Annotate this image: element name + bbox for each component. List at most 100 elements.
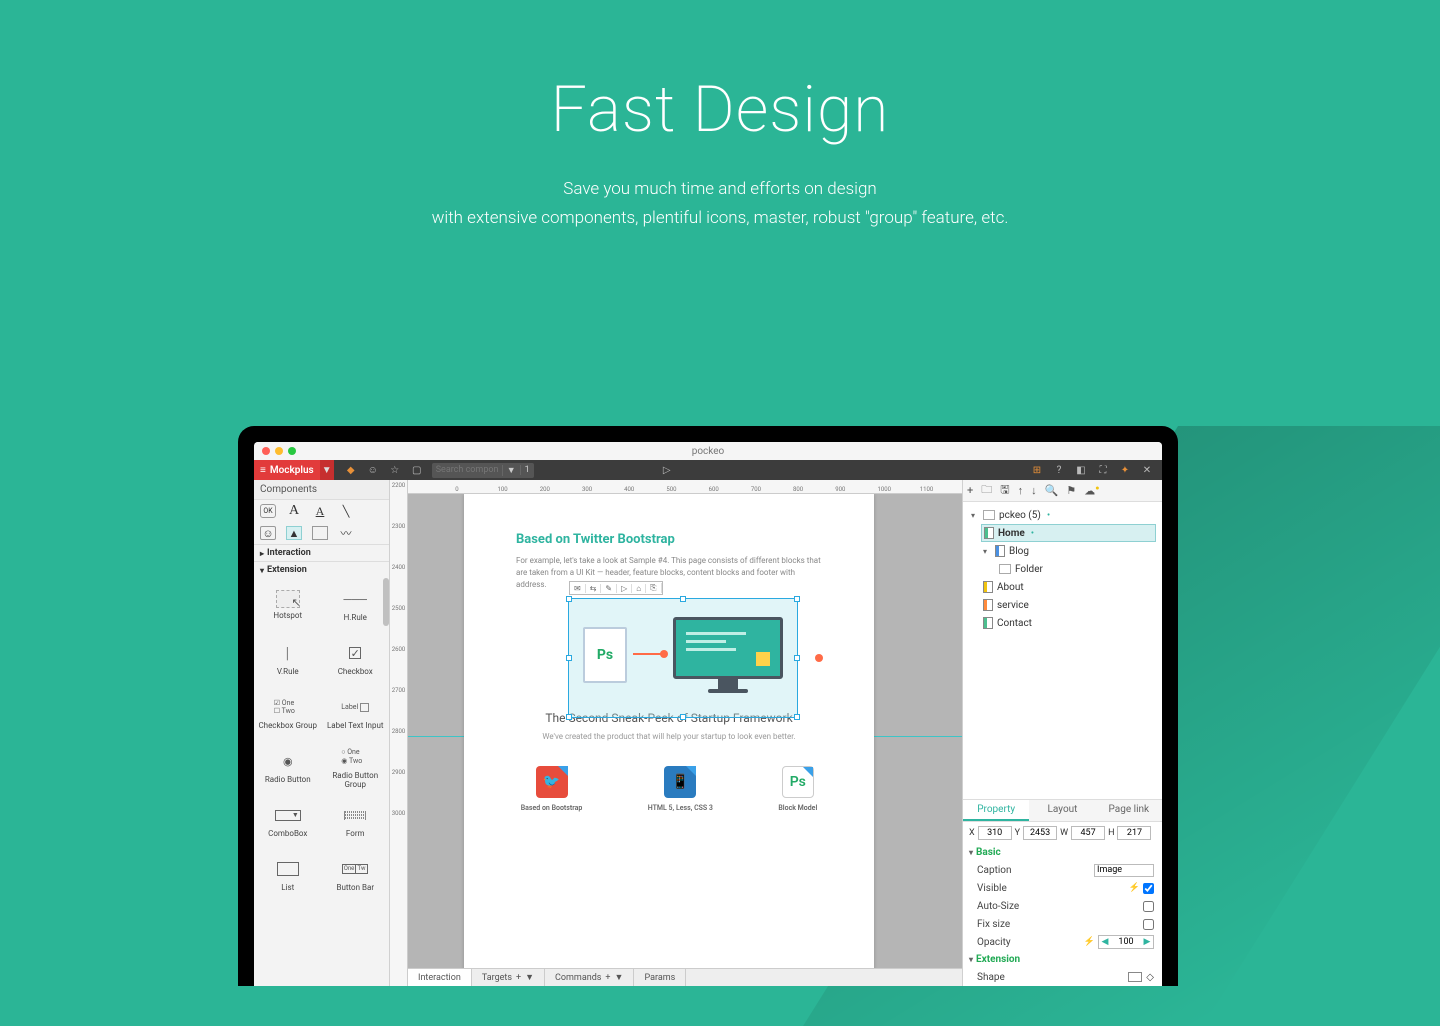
scrollbar-thumb[interactable] <box>383 578 389 626</box>
ok-button-icon[interactable]: OK <box>260 504 276 518</box>
component-list[interactable]: List <box>254 848 322 902</box>
tree-folder[interactable]: Folder <box>997 560 1156 578</box>
search-component[interactable]: ▼ 1 <box>432 463 534 478</box>
tree-page-about[interactable]: About <box>981 578 1156 596</box>
y-input[interactable] <box>1023 826 1057 840</box>
image-component-icon[interactable]: ▲ <box>286 526 302 540</box>
component-buttonbar[interactable]: OneTwButton Bar <box>322 848 390 902</box>
tab-pagelink[interactable]: Page link <box>1096 800 1162 821</box>
smiley-component-icon[interactable]: ☺ <box>260 526 276 540</box>
gift-icon[interactable]: ✦ <box>1116 461 1134 479</box>
tree-project[interactable]: ▾pckeo (5)• <box>969 506 1156 524</box>
resize-handle[interactable] <box>680 596 686 602</box>
resize-handle[interactable] <box>566 714 572 720</box>
tab-property[interactable]: Property <box>963 800 1029 821</box>
down-icon[interactable]: ↓ <box>1031 484 1037 497</box>
app-menu-dropdown[interactable]: ▼ <box>320 460 334 480</box>
h-input[interactable] <box>1117 826 1151 840</box>
search-input[interactable] <box>432 465 502 475</box>
tool-ic[interactable]: ✎ <box>601 584 617 593</box>
tree-page-home[interactable]: Home• <box>981 524 1156 542</box>
component-checkbox[interactable]: ✓Checkbox <box>322 632 390 686</box>
resize-handle[interactable] <box>566 655 572 661</box>
tool-ic[interactable]: ▷ <box>617 584 632 593</box>
play-icon[interactable]: ▷ <box>658 461 676 479</box>
opacity-input[interactable] <box>1111 937 1141 947</box>
component-checkbox-group[interactable]: ☑ One☐ TwoCheckbox Group <box>254 686 322 740</box>
component-hrule[interactable]: ───H.Rule <box>322 578 390 632</box>
chevron-down-icon[interactable]: ▼ <box>615 972 624 983</box>
tab-params[interactable]: Params <box>634 969 686 986</box>
feature-card[interactable]: 📱HTML 5, Less, CSS 3 <box>648 766 713 812</box>
tool-ic[interactable]: ⌂ <box>632 584 646 593</box>
selected-image[interactable]: ✉⇆✎▷⌂⎘ Ps <box>568 598 798 718</box>
curve-component-icon[interactable]: 〰 <box>338 526 354 540</box>
tree-page-blog[interactable]: ▾Blog <box>981 542 1156 560</box>
help-icon[interactable]: ? <box>1050 461 1068 479</box>
search-icon[interactable]: 🔍 <box>1045 484 1059 497</box>
cube-icon[interactable]: ◆ <box>342 461 360 479</box>
resize-handle[interactable] <box>794 714 800 720</box>
tab-targets[interactable]: Targets+▼ <box>472 969 545 986</box>
tab-interaction[interactable]: Interaction <box>408 969 472 986</box>
underline-a-icon[interactable]: A <box>312 504 328 518</box>
autosize-checkbox[interactable] <box>1143 901 1154 912</box>
component-label-input[interactable]: LabelLabel Text Input <box>322 686 390 740</box>
page-artboard[interactable]: Based on Twitter Bootstrap For example, … <box>464 494 874 968</box>
category-interaction[interactable]: Interaction <box>254 544 389 561</box>
smiley-icon[interactable]: ☺ <box>364 461 382 479</box>
flag-icon[interactable]: ⚑ <box>1066 484 1076 497</box>
plus-icon[interactable]: + <box>516 973 521 983</box>
x-input[interactable] <box>978 826 1012 840</box>
tree-page-contact[interactable]: Contact <box>981 614 1156 632</box>
panel-toggle-icon[interactable]: ◧ <box>1072 461 1090 479</box>
up-icon[interactable]: ↑ <box>1018 484 1024 497</box>
selection-toolbar[interactable]: ✉⇆✎▷⌂⎘ <box>569 581 663 595</box>
shape-rect-icon[interactable] <box>1128 972 1142 982</box>
grid-icon[interactable]: ⊞ <box>1028 461 1046 479</box>
resize-handle[interactable] <box>566 596 572 602</box>
rect-component-icon[interactable] <box>312 526 328 540</box>
tab-commands[interactable]: Commands+▼ <box>545 969 634 986</box>
shape-diamond-icon[interactable]: ◇ <box>1146 972 1154 983</box>
cloud-icon[interactable]: ☁● <box>1084 484 1099 498</box>
opacity-decr[interactable]: ◀ <box>1099 937 1111 947</box>
feature-card[interactable]: PsBlock Model <box>778 766 817 812</box>
add-page-icon[interactable]: + <box>967 484 973 497</box>
opacity-incr[interactable]: ▶ <box>1141 937 1153 947</box>
resize-handle[interactable] <box>680 714 686 720</box>
tool-ic[interactable]: ✉ <box>570 584 586 593</box>
component-combobox[interactable]: ▼ComboBox <box>254 794 322 848</box>
app-menu-button[interactable]: ≡Mockplus <box>254 460 320 480</box>
star-icon[interactable]: ☆ <box>386 461 404 479</box>
component-form[interactable]: Form <box>322 794 390 848</box>
feature-card[interactable]: 🐦Based on Bootstrap <box>521 766 583 812</box>
tool-ic[interactable]: ⎘ <box>646 583 661 593</box>
tool-ic[interactable]: ⇆ <box>586 584 602 593</box>
category-extension[interactable]: Extension <box>254 561 389 578</box>
link-handle[interactable] <box>815 654 823 662</box>
w-input[interactable] <box>1071 826 1105 840</box>
chevron-down-icon[interactable]: ▼ <box>525 972 534 983</box>
tab-layout[interactable]: Layout <box>1029 800 1095 821</box>
resize-handle[interactable] <box>794 596 800 602</box>
new-folder-icon[interactable]: 🗀 <box>981 481 992 500</box>
window-icon[interactable]: ▢ <box>408 461 426 479</box>
save-icon[interactable]: 🖫 <box>1000 481 1009 500</box>
visible-checkbox[interactable] <box>1143 883 1154 894</box>
tree-page-service[interactable]: service <box>981 596 1156 614</box>
search-dropdown-icon[interactable]: ▼ <box>502 465 520 476</box>
opacity-stepper[interactable]: ◀▶ <box>1098 935 1154 949</box>
design-canvas[interactable]: Based on Twitter Bootstrap For example, … <box>408 494 962 968</box>
section-basic[interactable]: Basic <box>963 844 1162 861</box>
section-extension[interactable]: Extension <box>963 951 1162 968</box>
component-vrule[interactable]: │V.Rule <box>254 632 322 686</box>
fixsize-checkbox[interactable] <box>1143 919 1154 930</box>
resize-handle[interactable] <box>794 655 800 661</box>
plus-icon[interactable]: + <box>605 973 610 983</box>
fullscreen-icon[interactable]: ⛶ <box>1094 461 1112 479</box>
text-a-icon[interactable]: A <box>286 504 302 518</box>
component-radio[interactable]: ◉Radio Button <box>254 740 322 794</box>
component-hotspot[interactable]: ↖Hotspot <box>254 578 322 632</box>
component-radio-group[interactable]: ○ One◉ TwoRadio Button Group <box>322 740 390 794</box>
